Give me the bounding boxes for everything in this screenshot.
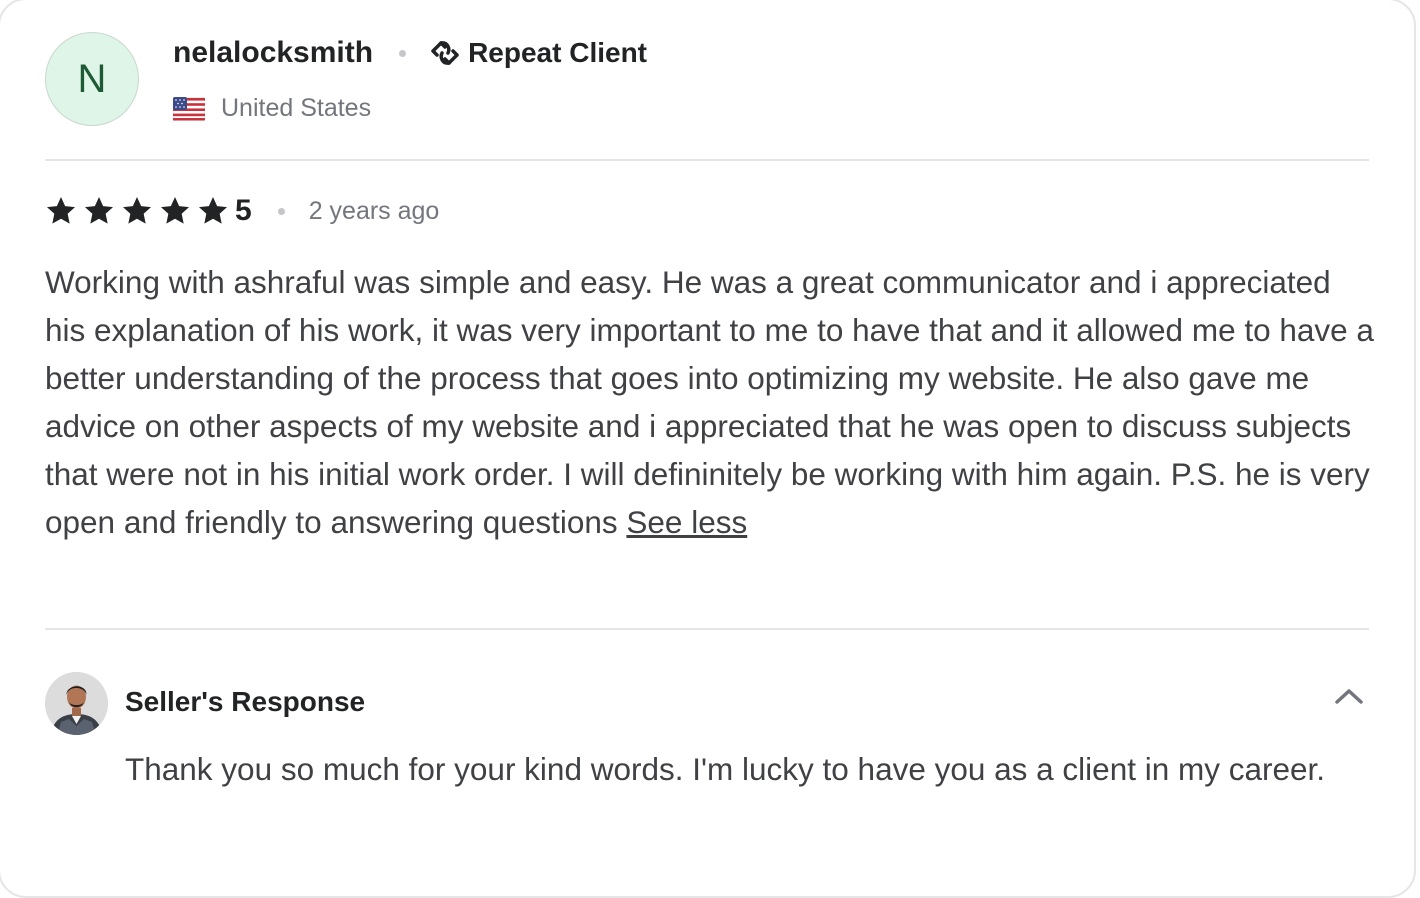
review-body: Working with ashraful was simple and eas… bbox=[45, 258, 1375, 546]
reviewer-header: N nelalocksmith Repeat Client United Sta… bbox=[45, 32, 1369, 128]
avatar-initial: N bbox=[77, 56, 107, 101]
star-icon bbox=[199, 197, 227, 224]
star-icon bbox=[123, 197, 151, 224]
response-divider bbox=[45, 628, 1369, 630]
chevron-up-icon[interactable] bbox=[1333, 684, 1365, 708]
separator-dot bbox=[399, 49, 407, 57]
seller-response-header[interactable]: Seller's Response bbox=[45, 672, 1369, 736]
seller-response-text: Thank you so much for your kind words. I… bbox=[125, 751, 1326, 787]
reviewer-country-row: United States bbox=[173, 94, 371, 123]
seller-avatar bbox=[45, 672, 108, 735]
reviewer-country: United States bbox=[221, 94, 372, 122]
star-icon bbox=[85, 197, 113, 224]
see-less-link[interactable]: See less bbox=[626, 504, 747, 540]
review-time-ago: 2 years ago bbox=[308, 196, 440, 225]
rating-row: 5 2 years ago bbox=[45, 194, 439, 228]
review-text: Working with ashraful was simple and eas… bbox=[45, 264, 1374, 540]
us-flag-icon bbox=[173, 96, 205, 121]
repeat-client-badge: Repeat Client bbox=[468, 37, 648, 68]
repeat-icon bbox=[431, 41, 459, 65]
reviewer-name-row: nelalocksmith Repeat Client bbox=[173, 36, 647, 70]
reviewer-avatar[interactable]: N bbox=[45, 32, 139, 126]
star-icon bbox=[161, 197, 189, 224]
star-icon bbox=[47, 197, 75, 224]
reviewer-username[interactable]: nelalocksmith bbox=[173, 36, 373, 70]
separator-dot bbox=[277, 207, 285, 215]
header-divider bbox=[45, 159, 1369, 161]
star-rating bbox=[45, 195, 235, 227]
rating-value: 5 bbox=[235, 194, 252, 227]
seller-response-title: Seller's Response bbox=[125, 686, 366, 717]
